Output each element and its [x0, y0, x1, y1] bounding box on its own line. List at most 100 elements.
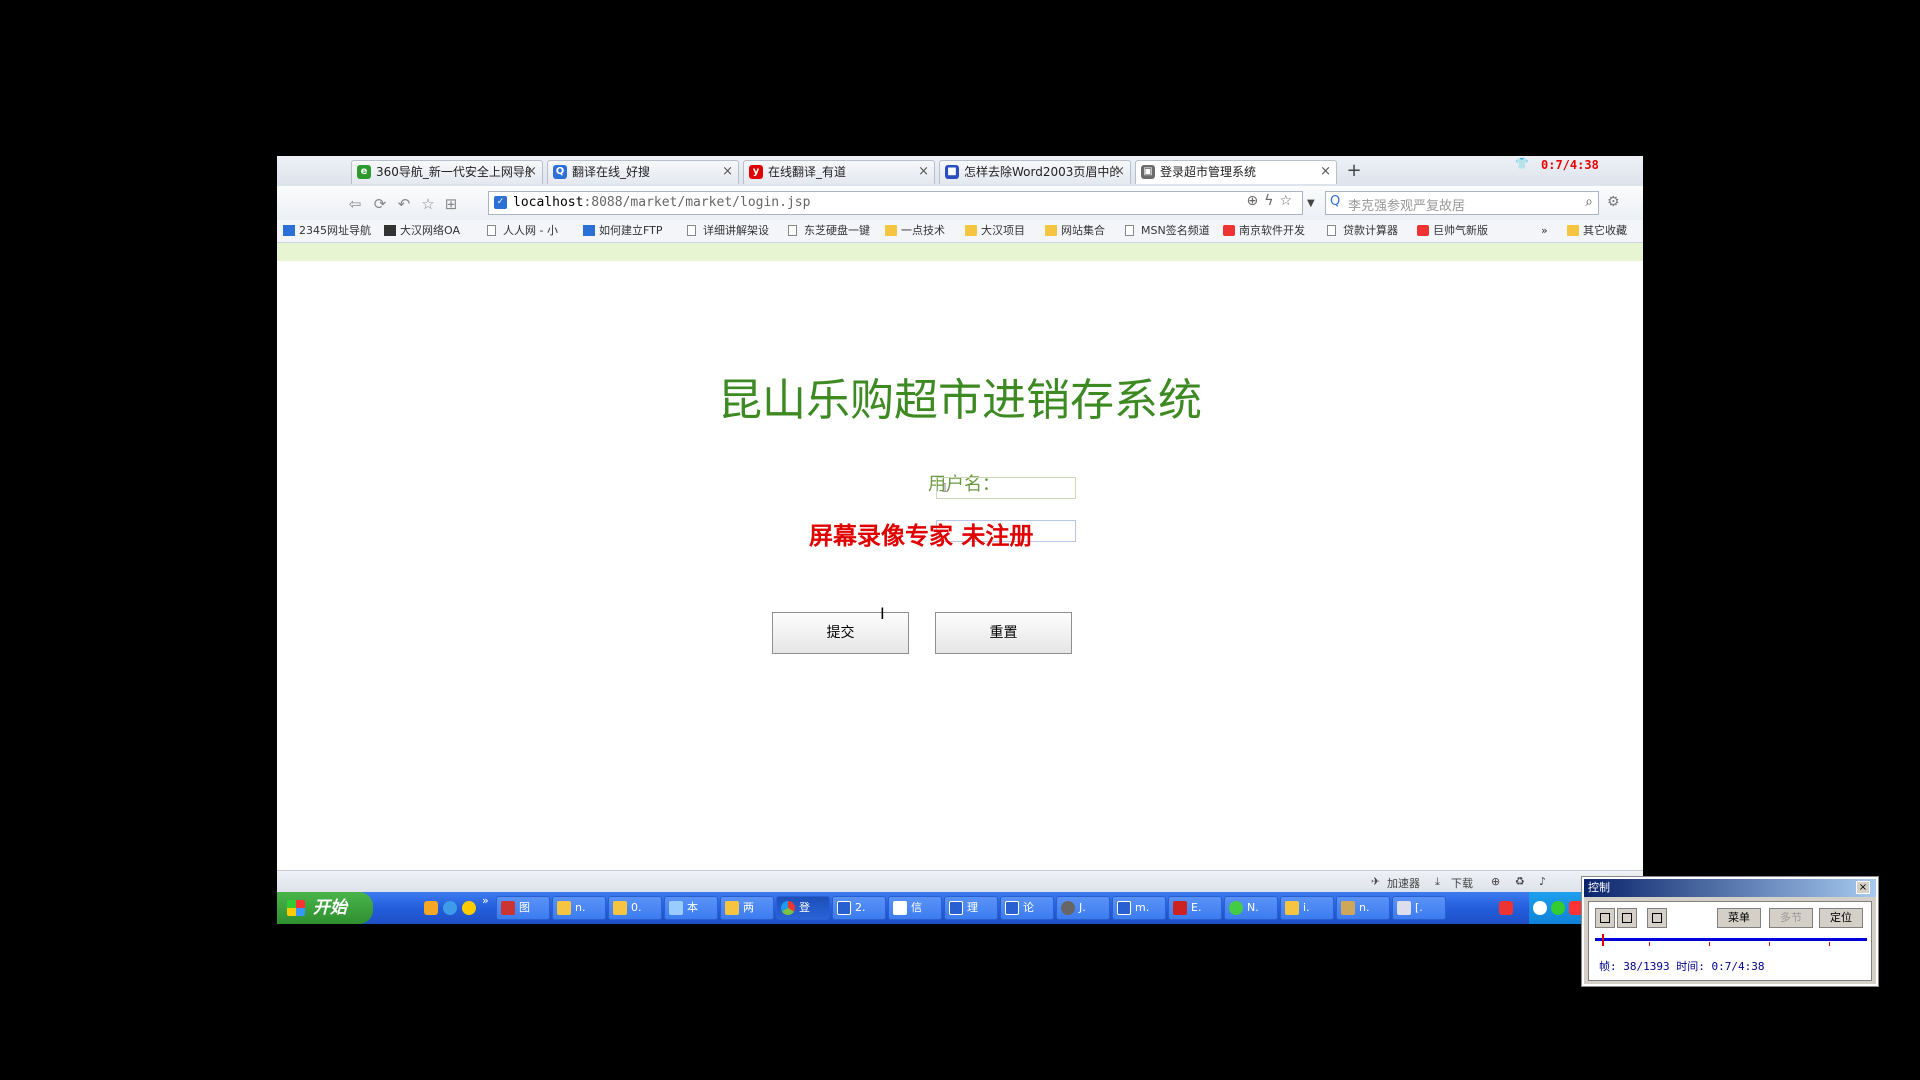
taskbar-item[interactable]: E. — [1168, 896, 1222, 920]
taskbar-item[interactable]: 图 — [496, 896, 550, 920]
taskbar-item[interactable]: 信 — [888, 896, 942, 920]
taskbar-item[interactable]: 0. — [608, 896, 662, 920]
taskbar-item[interactable]: n. — [1336, 896, 1390, 920]
taskbar-item[interactable]: 论 — [1000, 896, 1054, 920]
bookmark-toshiba[interactable]: 东芝硬盘一键 — [788, 223, 892, 239]
tab-word2003[interactable]: ■ 怎样去除Word2003页眉中的 × — [939, 160, 1131, 184]
zoom-icon[interactable]: ⊕ — [1246, 193, 1264, 209]
page-icon — [687, 225, 696, 236]
taskbar-item[interactable]: n. — [552, 896, 606, 920]
folder-icon — [1285, 901, 1299, 915]
refresh-icon[interactable]: ⟳ — [370, 194, 390, 214]
sogou-icon[interactable] — [1499, 901, 1513, 915]
add-icon[interactable]: ⊕ — [1491, 875, 1500, 888]
bookmark-folder-sites[interactable]: 网站集合 — [1045, 223, 1133, 239]
flash-icon[interactable]: ϟ — [1264, 193, 1279, 209]
undo-icon[interactable]: ↶ — [394, 194, 414, 214]
bookmark-folder-dahan[interactable]: 大汉项目 — [965, 223, 1053, 239]
progress-track[interactable] — [1595, 938, 1867, 941]
download-icon[interactable]: ⤓ — [1435, 875, 1440, 889]
shirt-icon[interactable]: 👕 — [1515, 157, 1529, 170]
bookmark-folder-tech[interactable]: 一点技术 — [885, 223, 973, 239]
prev-icon — [1600, 913, 1610, 923]
ie-icon[interactable] — [443, 901, 457, 915]
search-box[interactable]: Q 李克强参观严复故居 ⌕ — [1325, 191, 1599, 215]
360-icon[interactable] — [462, 901, 476, 915]
taskbar-item-label: 本 — [687, 901, 698, 914]
prev-frame-button[interactable] — [1595, 908, 1615, 928]
bookmark-jiashe[interactable]: 详细讲解架设 — [687, 223, 791, 239]
stop-button[interactable] — [1617, 908, 1637, 928]
quicklaunch-more-icon[interactable]: » — [482, 894, 489, 907]
home-icon[interactable]: ☆ — [418, 194, 438, 214]
close-icon[interactable]: × — [1320, 161, 1331, 183]
bookmark-label: 东芝硬盘一键 — [804, 224, 870, 237]
close-icon[interactable]: × — [1114, 161, 1125, 183]
start-button[interactable]: 开始 — [277, 892, 373, 924]
bookmark-jushuai[interactable]: 巨帅气新版 — [1417, 223, 1515, 239]
back-icon[interactable]: ⇦ — [345, 194, 365, 214]
tools-icon[interactable]: ⚙ — [1607, 194, 1620, 210]
bookmark-renren[interactable]: 人人网 - 小 — [487, 223, 587, 239]
taskbar-item[interactable]: 本 — [664, 896, 718, 920]
browser-window: e 360导航_新一代安全上网导航 × Q 翻译在线_好搜 × y 在线翻译_有… — [277, 156, 1643, 924]
page-icon — [1125, 225, 1134, 236]
taskbar-item[interactable]: 两 — [720, 896, 774, 920]
bookmark-2345[interactable]: 2345网址导航 — [283, 223, 389, 239]
close-button[interactable]: × — [1856, 881, 1870, 894]
download-label[interactable]: 下载 — [1451, 875, 1473, 891]
close-icon[interactable]: × — [526, 161, 537, 183]
tab-youdao[interactable]: y 在线翻译_有道 × — [743, 160, 935, 184]
reset-button[interactable]: 重置 — [935, 612, 1072, 654]
bookmark-nanjing[interactable]: 南京软件开发 — [1223, 223, 1325, 239]
volume-icon[interactable]: ♪ — [1539, 875, 1546, 888]
new-tab-button[interactable]: + — [1341, 161, 1367, 183]
taskbar-item[interactable]: [. — [1392, 896, 1446, 920]
trash-icon[interactable]: ♻ — [1515, 875, 1525, 888]
tab-360-nav[interactable]: e 360导航_新一代安全上网导航 × — [351, 160, 543, 184]
taskbar-item[interactable]: J. — [1056, 896, 1110, 920]
accelerator-label[interactable]: 加速器 — [1387, 875, 1420, 891]
apps-grid-icon[interactable]: ⊞ — [441, 194, 461, 214]
next-frame-button[interactable] — [1647, 908, 1667, 928]
menu-button[interactable]: 菜单 — [1717, 908, 1761, 928]
bookmark-msn[interactable]: MSN签名频道 — [1125, 223, 1227, 239]
taskbar-item[interactable]: i. — [1280, 896, 1334, 920]
tray-icon[interactable] — [1569, 901, 1583, 915]
navigation-bar: ⇦ ⟳ ↶ ☆ ⊞ ✓ localhost:8088/market/market… — [277, 186, 1643, 220]
submit-button[interactable]: 提交 — [772, 612, 909, 654]
bookmarks-more[interactable]: » — [1541, 223, 1555, 239]
recorder-tray-icon[interactable] — [1551, 901, 1565, 915]
media-player-icon[interactable] — [424, 901, 438, 915]
taskbar-item-active[interactable]: 登 — [776, 896, 830, 920]
tab-login[interactable]: ▣ 登录超市管理系统 × — [1135, 160, 1337, 184]
multi-section-button[interactable]: 多节 — [1769, 908, 1813, 928]
folder-icon — [725, 901, 739, 915]
bookmark-ftp[interactable]: 如何建立FTP — [583, 223, 687, 239]
taskbar-item[interactable]: N. — [1224, 896, 1278, 920]
locate-button[interactable]: 定位 — [1819, 908, 1863, 928]
taskbar-item-label: E. — [1191, 901, 1202, 914]
bookmark-label: MSN签名频道 — [1141, 224, 1210, 237]
section-tick — [1649, 942, 1650, 946]
progress-handle[interactable] — [1602, 934, 1604, 946]
bookmark-loan-calc[interactable]: 贷款计算器 — [1327, 223, 1423, 239]
globe-icon: e — [357, 165, 371, 179]
close-icon[interactable]: × — [918, 161, 929, 183]
accelerator-icon[interactable]: ✈ — [1371, 875, 1380, 888]
star-icon[interactable]: ☆ — [1279, 193, 1298, 209]
taskbar-item[interactable]: 理 — [944, 896, 998, 920]
tray-arrow-icon[interactable] — [1533, 901, 1547, 915]
taskbar-item[interactable]: m. — [1112, 896, 1166, 920]
search-icon[interactable]: ⌕ — [1585, 194, 1593, 210]
bookmark-folder-other[interactable]: 其它收藏 — [1567, 223, 1643, 239]
address-bar[interactable]: ✓ localhost:8088/market/market/login.jsp… — [488, 191, 1303, 215]
bookmark-dahan-oa[interactable]: 大汉网络OA — [384, 223, 488, 239]
tab-haosou[interactable]: Q 翻译在线_好搜 × — [547, 160, 739, 184]
username-input[interactable]: 1 — [936, 477, 1076, 499]
close-icon[interactable]: × — [722, 161, 733, 183]
dropdown-arrow-icon[interactable]: ▼ — [1307, 198, 1315, 209]
bookmark-label: 大汉项目 — [981, 224, 1025, 237]
taskbar-item[interactable]: 2. — [832, 896, 886, 920]
page-title: 昆山乐购超市进销存系统 — [718, 375, 1202, 426]
